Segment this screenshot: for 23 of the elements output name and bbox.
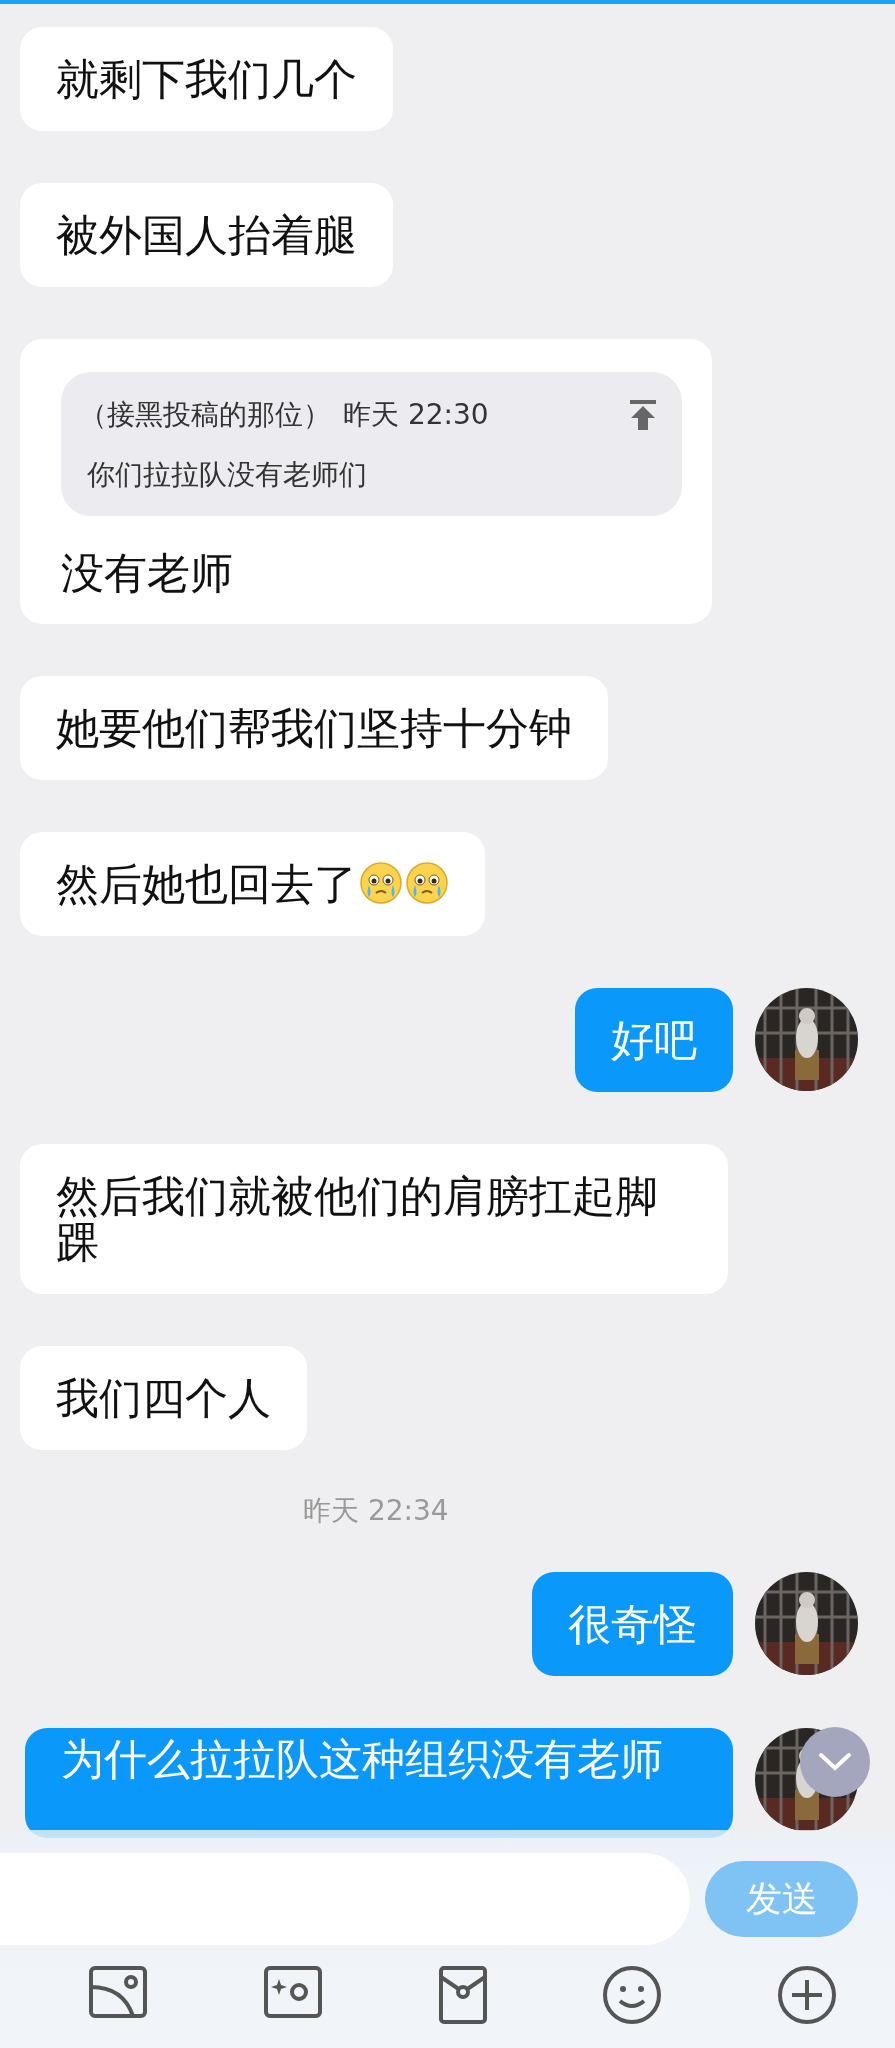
quote-text: 你们拉拉队没有老师们	[86, 457, 368, 493]
message-text: 然后我们就被他们的肩膀扛起脚踝	[56, 1171, 658, 1267]
message-text: 然后她也回去了	[56, 859, 357, 909]
message-text: 就剩下我们几个	[56, 54, 357, 104]
message-text: 很奇怪	[568, 1599, 697, 1649]
chevron-down-icon	[818, 1752, 852, 1772]
message-text: 为什么拉拉队这种组织没有老师	[61, 1734, 663, 1784]
message-text: 没有老师	[61, 548, 233, 598]
jump-to-top-icon[interactable]	[630, 400, 656, 430]
scroll-down-button[interactable]	[800, 1727, 870, 1797]
quote-author: （接黑投稿的那位）	[79, 397, 331, 433]
message-text: 我们四个人	[56, 1373, 271, 1423]
image-icon[interactable]	[88, 1965, 148, 2019]
add-icon[interactable]	[777, 1965, 837, 2025]
camera-icon[interactable]	[262, 1965, 323, 2019]
message-text: 被外国人抬着腿	[56, 210, 357, 260]
timestamp: 昨天 22:34	[303, 1493, 449, 1529]
smiley-icon[interactable]	[602, 1965, 663, 2025]
quote-time: 昨天 22:30	[343, 397, 490, 433]
message-text: 她要他们帮我们坚持十分钟	[56, 703, 572, 753]
quoted-message[interactable]: （接黑投稿的那位） 昨天 22:30 你们拉拉队没有老师们	[61, 372, 682, 516]
message-text: 好吧	[611, 1015, 697, 1065]
envelope-icon[interactable]	[437, 1965, 488, 2025]
